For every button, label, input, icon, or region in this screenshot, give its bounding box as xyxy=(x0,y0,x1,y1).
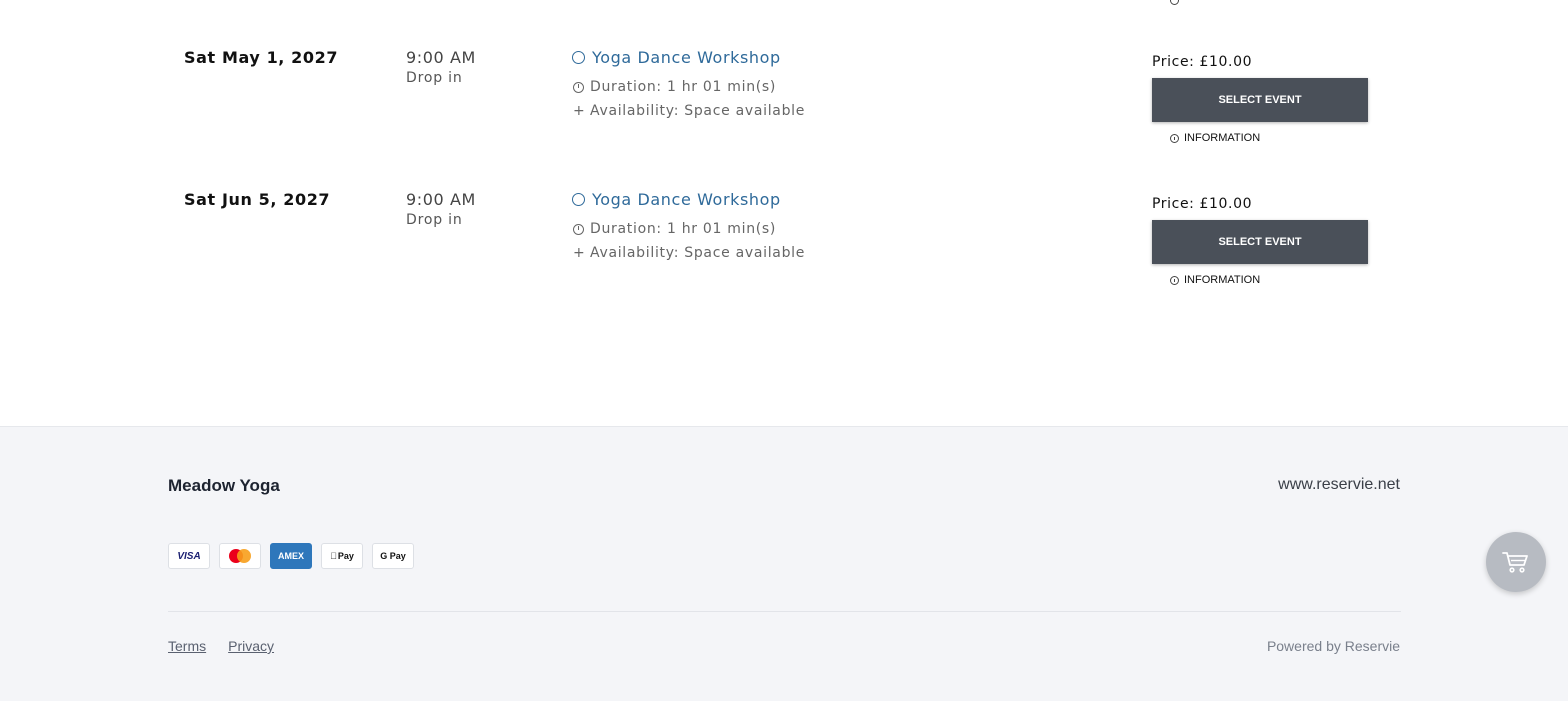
mastercard-icon xyxy=(219,543,261,569)
info-icon xyxy=(1170,275,1179,285)
information-label: INFORMATION xyxy=(1184,132,1261,144)
amex-icon: AMEX xyxy=(270,543,312,569)
event-availability: + Availability: Space available xyxy=(573,103,805,119)
apple-pay-icon: Pay xyxy=(321,543,363,569)
footer-site-link[interactable]: www.reservie.net xyxy=(1278,476,1400,494)
event-price: Price: £10.00 xyxy=(1152,196,1253,212)
payment-methods: VISA AMEX Pay G Pay xyxy=(168,543,414,569)
terms-link[interactable]: Terms xyxy=(168,638,206,654)
circle-icon xyxy=(572,51,585,64)
information-link[interactable]: INFORMATION xyxy=(1170,132,1260,144)
event-availability-text: Availability: Space available xyxy=(590,103,806,119)
event-duration: Duration: 1 hr 01 min(s) xyxy=(573,79,776,95)
event-type: Drop in xyxy=(406,212,463,228)
event-title-link[interactable]: Yoga Dance Workshop xyxy=(572,48,781,67)
event-duration-text: Duration: 1 hr 01 min(s) xyxy=(590,79,777,95)
event-availability-text: Availability: Space available xyxy=(590,245,806,261)
event-row: Sat Jun 5, 2027 9:00 AM Drop in Yoga Dan… xyxy=(0,190,1568,330)
info-icon xyxy=(1170,133,1179,143)
event-row: Sat May 1, 2027 9:00 AM Drop in Yoga Dan… xyxy=(0,48,1568,188)
events-list: Sat May 1, 2027 9:00 AM Drop in Yoga Dan… xyxy=(0,0,1568,426)
event-time: 9:00 AM xyxy=(406,48,476,67)
google-pay-icon: G Pay xyxy=(372,543,414,569)
event-duration: Duration: 1 hr 01 min(s) xyxy=(573,221,776,237)
plus-icon: + xyxy=(573,103,586,119)
select-event-button[interactable]: SELECT EVENT xyxy=(1152,78,1368,122)
footer-legal-links: Terms Privacy xyxy=(168,638,274,654)
clock-icon xyxy=(573,81,584,93)
cart-button[interactable] xyxy=(1486,532,1546,592)
event-duration-text: Duration: 1 hr 01 min(s) xyxy=(590,221,777,237)
event-time: 9:00 AM xyxy=(406,190,476,209)
event-price: Price: £10.00 xyxy=(1152,54,1253,70)
event-title-text: Yoga Dance Workshop xyxy=(592,48,781,67)
event-date: Sat Jun 5, 2027 xyxy=(184,190,331,209)
event-date: Sat May 1, 2027 xyxy=(184,48,339,67)
event-title-text: Yoga Dance Workshop xyxy=(592,190,781,209)
event-type: Drop in xyxy=(406,70,463,86)
cart-icon xyxy=(1502,552,1528,573)
footer-divider xyxy=(168,611,1401,612)
circle-icon xyxy=(572,193,585,206)
event-title-link[interactable]: Yoga Dance Workshop xyxy=(572,190,781,209)
privacy-link[interactable]: Privacy xyxy=(228,638,274,654)
powered-by: Powered by Reservie xyxy=(1266,638,1400,654)
plus-icon: + xyxy=(573,245,586,261)
information-link[interactable]: INFORMATION xyxy=(1170,274,1260,286)
footer-brand: Meadow Yoga xyxy=(168,476,280,495)
site-footer: Meadow Yoga www.reservie.net VISA AMEX … xyxy=(0,426,1568,701)
select-event-button[interactable]: SELECT EVENT xyxy=(1152,220,1368,264)
info-icon[interactable] xyxy=(1170,0,1179,5)
information-label: INFORMATION xyxy=(1184,274,1261,286)
event-availability: + Availability: Space available xyxy=(573,245,805,261)
clock-icon xyxy=(573,223,584,235)
visa-icon: VISA xyxy=(168,543,210,569)
